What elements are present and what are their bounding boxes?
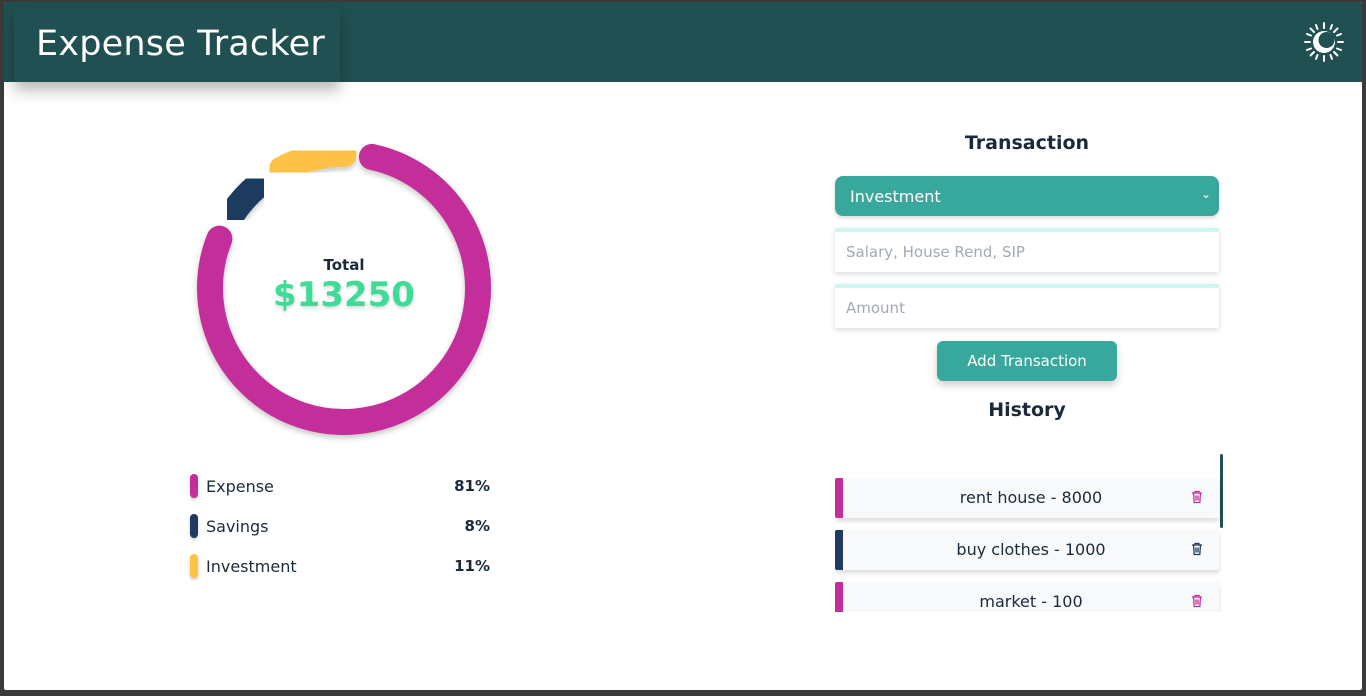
add-transaction-button[interactable]: Add Transaction <box>937 341 1117 381</box>
legend-swatch-investment <box>190 554 198 578</box>
description-input[interactable] <box>846 243 1208 261</box>
legend-percent: 81% <box>454 477 490 495</box>
legend-label: Investment <box>206 556 297 576</box>
transaction-type-select[interactable]: Investment ⌄ <box>835 176 1219 216</box>
history-item-text: market - 100 <box>979 592 1083 611</box>
donut-segment-investment <box>268 141 357 183</box>
header: Expense Tracker <box>4 2 1362 82</box>
history-list[interactable]: rent house - 8000 buy clothes - 1000 mar… <box>835 454 1223 612</box>
legend-item-expense: Expense 81% <box>190 474 494 498</box>
trash-icon <box>1192 542 1202 556</box>
legend-swatch-expense <box>190 474 198 498</box>
chevron-down-icon: ⌄ <box>1200 187 1211 201</box>
app-title: Expense Tracker <box>36 24 325 64</box>
legend-percent: 11% <box>454 557 490 575</box>
legend-item-investment: Investment 11% <box>190 554 494 578</box>
amount-field-wrap <box>835 284 1219 328</box>
history-item-text: rent house - 8000 <box>959 488 1103 507</box>
donut-segment-savings <box>219 171 272 227</box>
expense-donut-chart: Total $13250 <box>184 130 504 450</box>
total-label: Total <box>323 256 365 274</box>
legend-swatch-savings <box>190 514 198 538</box>
amount-input[interactable] <box>846 299 1208 317</box>
history-item-text: buy clothes - 1000 <box>956 540 1106 559</box>
trash-icon <box>1192 490 1202 504</box>
chart-legend: Expense 81% Savings 8% Investment 11% <box>190 474 494 594</box>
sun-icon <box>1304 22 1344 62</box>
transaction-title: Transaction <box>964 132 1090 154</box>
delete-button[interactable] <box>1191 541 1203 556</box>
legend-label: Expense <box>206 476 274 496</box>
app-window: Expense Tracker Total $13250 Expense 81%… <box>4 2 1362 690</box>
legend-label: Savings <box>206 516 269 536</box>
history-item: rent house - 8000 <box>835 478 1219 518</box>
history-scrollbar[interactable] <box>1220 454 1223 528</box>
delete-button[interactable] <box>1191 489 1203 504</box>
transaction-panel: Transaction Investment ⌄ Add Transaction… <box>835 132 1219 421</box>
history-title: History <box>988 399 1066 421</box>
description-field-wrap <box>835 228 1219 272</box>
trash-icon <box>1192 594 1202 608</box>
title-box: Expense Tracker <box>14 8 340 82</box>
theme-toggle-button[interactable] <box>1304 22 1344 62</box>
delete-button[interactable] <box>1191 593 1203 608</box>
legend-item-savings: Savings 8% <box>190 514 494 538</box>
total-value: $13250 <box>273 275 415 315</box>
legend-percent: 8% <box>464 517 490 535</box>
history-item: buy clothes - 1000 <box>835 530 1219 570</box>
history-item: market - 100 <box>835 582 1219 612</box>
selected-type: Investment <box>850 186 941 206</box>
